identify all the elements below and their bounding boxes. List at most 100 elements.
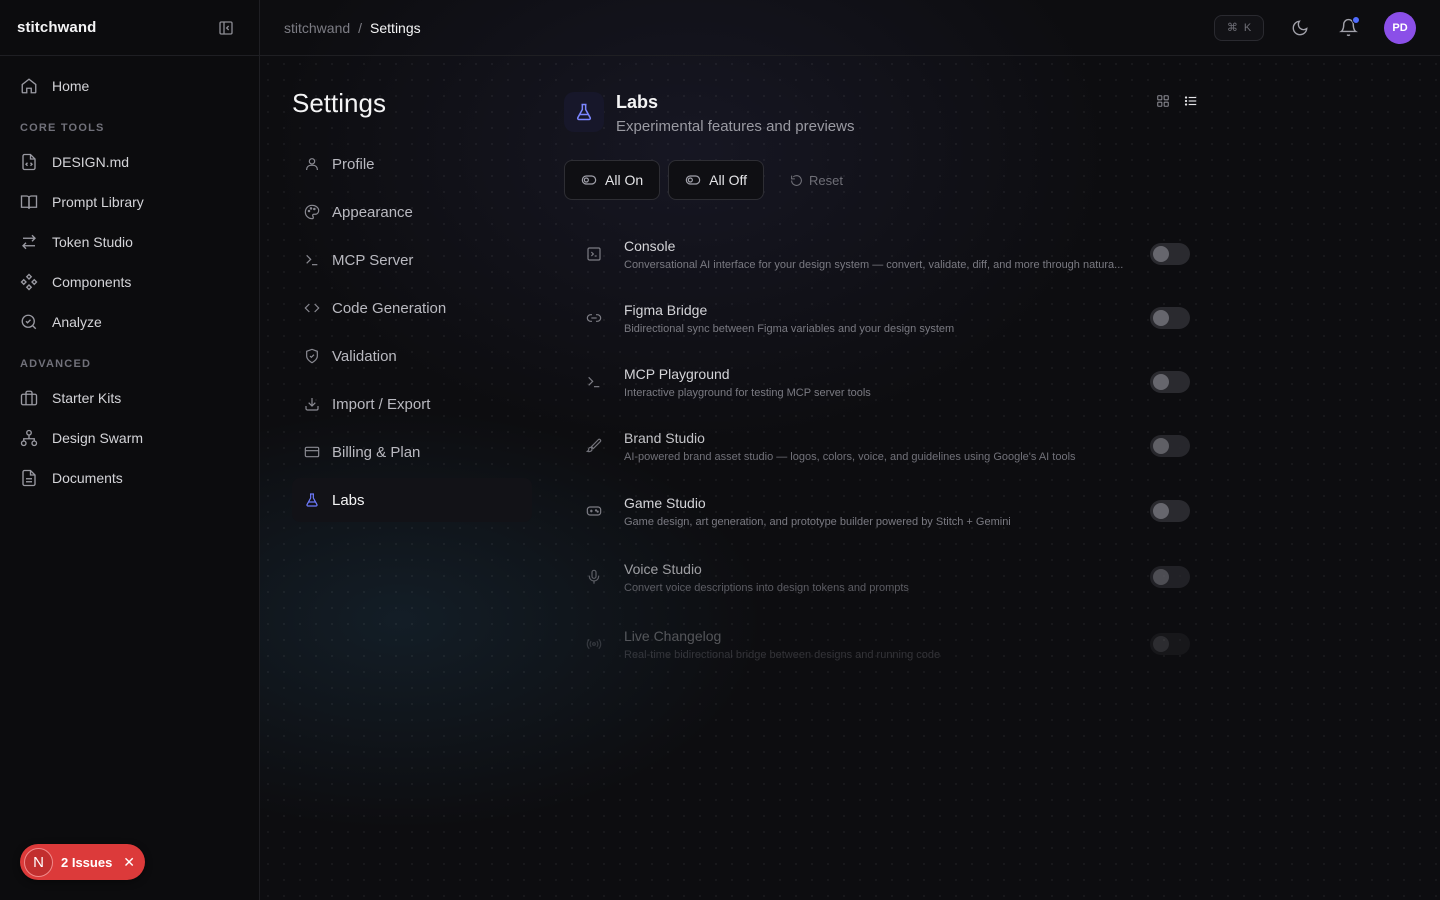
feature-list: Console Conversational AI interface for …: [564, 222, 1200, 678]
terminal-icon: [564, 374, 624, 390]
reset-button[interactable]: Reset: [772, 160, 855, 200]
reset-label: Reset: [809, 172, 843, 188]
close-icon[interactable]: ✕: [123, 854, 135, 871]
file-text-icon: [22, 469, 36, 487]
components-icon: [20, 273, 38, 291]
bell-icon[interactable]: [1336, 15, 1360, 40]
settings-tab-label: Validation: [332, 347, 397, 365]
labs-subtitle: Experimental features and previews: [616, 118, 855, 135]
sidebar-item-components[interactable]: Components: [0, 262, 259, 302]
brand-logo[interactable]: stitchwand: [17, 19, 96, 36]
feature-description: Game design, art generation, and prototy…: [624, 515, 1011, 528]
feature-name: Live Changelog: [624, 627, 722, 644]
feature-row-console: Console Conversational AI interface for …: [564, 222, 1200, 286]
sidebar-item-label: Documents: [52, 470, 123, 486]
sidebar: stitchwand Home CORE TOOLS DESIGN.md Pro…: [0, 0, 260, 900]
feature-name: MCP Playground: [624, 365, 730, 382]
network-icon: [20, 429, 38, 447]
settings-tab-label: Labs: [332, 491, 365, 509]
flask-icon: [306, 493, 318, 507]
feature-name: Voice Studio: [624, 560, 702, 577]
flask-icon: [564, 92, 604, 132]
sidebar-item-home[interactable]: Home: [0, 66, 259, 106]
settings-tab-mcp-server[interactable]: MCP Server: [292, 238, 532, 282]
settings-tab-profile[interactable]: Profile: [292, 142, 532, 186]
settings-tab-appearance[interactable]: Appearance: [292, 190, 532, 234]
palette-icon: [304, 204, 320, 220]
download-icon: [305, 398, 319, 411]
settings-tab-label: Import / Export: [332, 395, 431, 413]
command-palette-button[interactable]: ⌘ K: [1214, 14, 1264, 41]
feature-toggle[interactable]: [1150, 633, 1190, 655]
feature-name: Brand Studio: [624, 429, 705, 446]
settings-tab-billing[interactable]: Billing & Plan: [292, 430, 532, 474]
sidebar-section-advanced: ADVANCED: [20, 358, 92, 370]
sidebar-item-label: Prompt Library: [52, 194, 144, 210]
file-code-icon: [22, 153, 36, 171]
broadcast-icon: [564, 636, 624, 652]
all-off-button[interactable]: All Off: [668, 160, 764, 200]
feature-toggle[interactable]: [1150, 566, 1190, 588]
feature-toggle[interactable]: [1150, 500, 1190, 522]
code-icon: [304, 303, 320, 313]
feature-toggle[interactable]: [1150, 371, 1190, 393]
next-logo-icon: N: [24, 847, 53, 877]
app-root: stitchwand Home CORE TOOLS DESIGN.md Pro…: [0, 0, 1440, 900]
credit-card-icon: [304, 446, 320, 458]
sidebar-nav: Home CORE TOOLS DESIGN.md Prompt Library…: [0, 56, 259, 498]
search-check-icon: [21, 314, 37, 330]
sidebar-item-documents[interactable]: Documents: [0, 458, 259, 498]
topbar: stitchwand / Settings ⌘ K PD: [260, 0, 1440, 56]
feature-row-voice-studio: Voice Studio Convert voice descriptions …: [564, 544, 1200, 610]
sidebar-item-label: Components: [52, 274, 132, 290]
sidebar-collapse-icon[interactable]: [217, 19, 235, 37]
all-on-button[interactable]: All On: [564, 160, 661, 200]
grid-view-icon[interactable]: [1156, 94, 1172, 110]
feature-row-brand-studio: Brand Studio AI-powered brand asset stud…: [564, 414, 1200, 478]
sidebar-item-token-studio[interactable]: Token Studio: [0, 222, 259, 262]
moon-icon[interactable]: [1288, 16, 1312, 40]
link-icon: [564, 310, 624, 326]
page-title: Settings: [292, 88, 386, 118]
feature-row-mcp-playground: MCP Playground Interactive playground fo…: [564, 350, 1200, 414]
sidebar-item-label: Home: [52, 78, 90, 94]
feature-toggle[interactable]: [1150, 243, 1190, 265]
sidebar-item-starter-kits[interactable]: Starter Kits: [0, 378, 259, 418]
breadcrumb-current: Settings: [370, 19, 421, 36]
issues-badge[interactable]: N 2 Issues ✕: [20, 844, 145, 880]
avatar[interactable]: PD: [1384, 11, 1416, 44]
feature-description: Convert voice descriptions into design t…: [624, 581, 909, 594]
feature-toggle[interactable]: [1150, 435, 1190, 457]
breadcrumb-root[interactable]: stitchwand: [284, 20, 350, 36]
list-view-icon[interactable]: [1184, 94, 1200, 110]
sidebar-header: stitchwand: [0, 0, 259, 56]
terminal-icon: [306, 254, 318, 266]
feature-name: Game Studio: [624, 494, 706, 511]
user-icon: [306, 158, 318, 170]
sidebar-item-analyze[interactable]: Analyze: [0, 302, 259, 342]
feature-name: Console: [624, 237, 676, 254]
settings-tab-validation[interactable]: Validation: [292, 334, 532, 378]
settings-tab-label: MCP Server: [332, 251, 414, 269]
sidebar-item-design-md[interactable]: DESIGN.md: [0, 142, 259, 182]
labs-title: Labs: [616, 92, 659, 112]
gamepad-icon: [564, 503, 624, 519]
labs-actions: All On All Off Reset: [564, 160, 855, 200]
feature-toggle[interactable]: [1150, 307, 1190, 329]
feature-description: Real-time bidirectional bridge between d…: [624, 648, 941, 661]
sidebar-item-prompt-library[interactable]: Prompt Library: [0, 182, 259, 222]
reset-icon: [791, 174, 802, 186]
feature-row-game-studio: Game Studio Game design, art generation,…: [564, 478, 1200, 544]
all-off-label: All Off: [709, 172, 747, 188]
sidebar-item-design-swarm[interactable]: Design Swarm: [0, 418, 259, 458]
briefcase-icon: [20, 390, 38, 406]
settings-tab-code-generation[interactable]: Code Generation: [292, 286, 532, 330]
settings-tab-labs[interactable]: Labs: [292, 478, 532, 522]
microphone-icon: [564, 569, 624, 585]
settings-tab-import-export[interactable]: Import / Export: [292, 382, 532, 426]
feature-name: Figma Bridge: [624, 301, 708, 318]
sidebar-item-label: Token Studio: [52, 234, 133, 250]
labs-header: Labs Experimental features and previews: [564, 90, 1200, 140]
sidebar-section-core: CORE TOOLS: [20, 122, 105, 134]
terminal-square-icon: [564, 246, 624, 262]
